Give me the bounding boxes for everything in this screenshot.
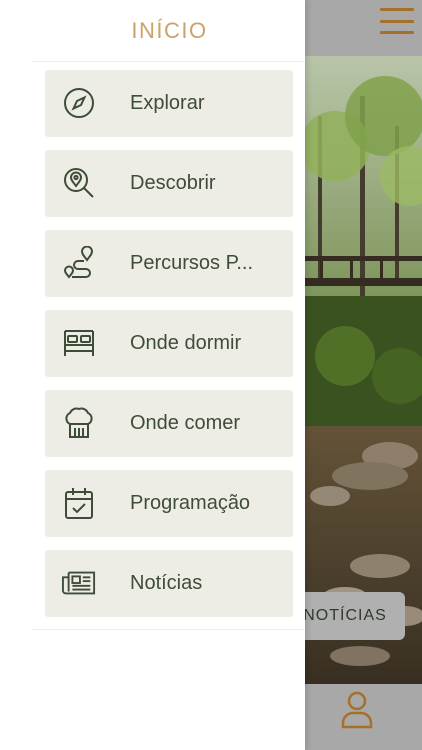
menu-item-explorar[interactable]: Explorar [45,70,293,137]
drawer-title: INÍCIO [131,18,208,43]
menu-item-noticias[interactable]: Notícias [45,550,293,617]
menu-item-label: Onde comer [130,412,241,434]
menu-item-programacao[interactable]: Programação [45,470,293,537]
newspaper-icon [62,566,96,600]
map-search-icon [62,166,96,200]
menu-item-label: Onde dormir [130,332,242,354]
menu-item-label: Percursos P... [130,252,254,274]
menu-item-label: Explorar [130,92,205,114]
menu-item-label: Descobrir [130,172,216,194]
menu-item-onde-dormir[interactable]: Onde dormir [45,310,293,377]
navigation-drawer: INÍCIO Explorar Descobrir Percursos P...… [0,0,305,750]
hamburger-icon[interactable] [380,8,414,34]
menu-item-label: Notícias [130,572,203,594]
menu-item-percursos[interactable]: Percursos P... [45,230,293,297]
menu-item-descobrir[interactable]: Descobrir [45,150,293,217]
calendar-check-icon [62,486,96,520]
menu-item-onde-comer[interactable]: Onde comer [45,390,293,457]
route-icon [62,246,96,280]
news-button-label: NOTÍCIAS [303,607,387,624]
user-icon[interactable] [339,689,375,734]
compass-icon [62,86,96,120]
bed-icon [62,326,96,360]
divider [32,629,305,630]
menu-item-label: Programação [130,492,251,514]
divider [32,61,305,62]
chef-hat-icon [62,406,96,440]
